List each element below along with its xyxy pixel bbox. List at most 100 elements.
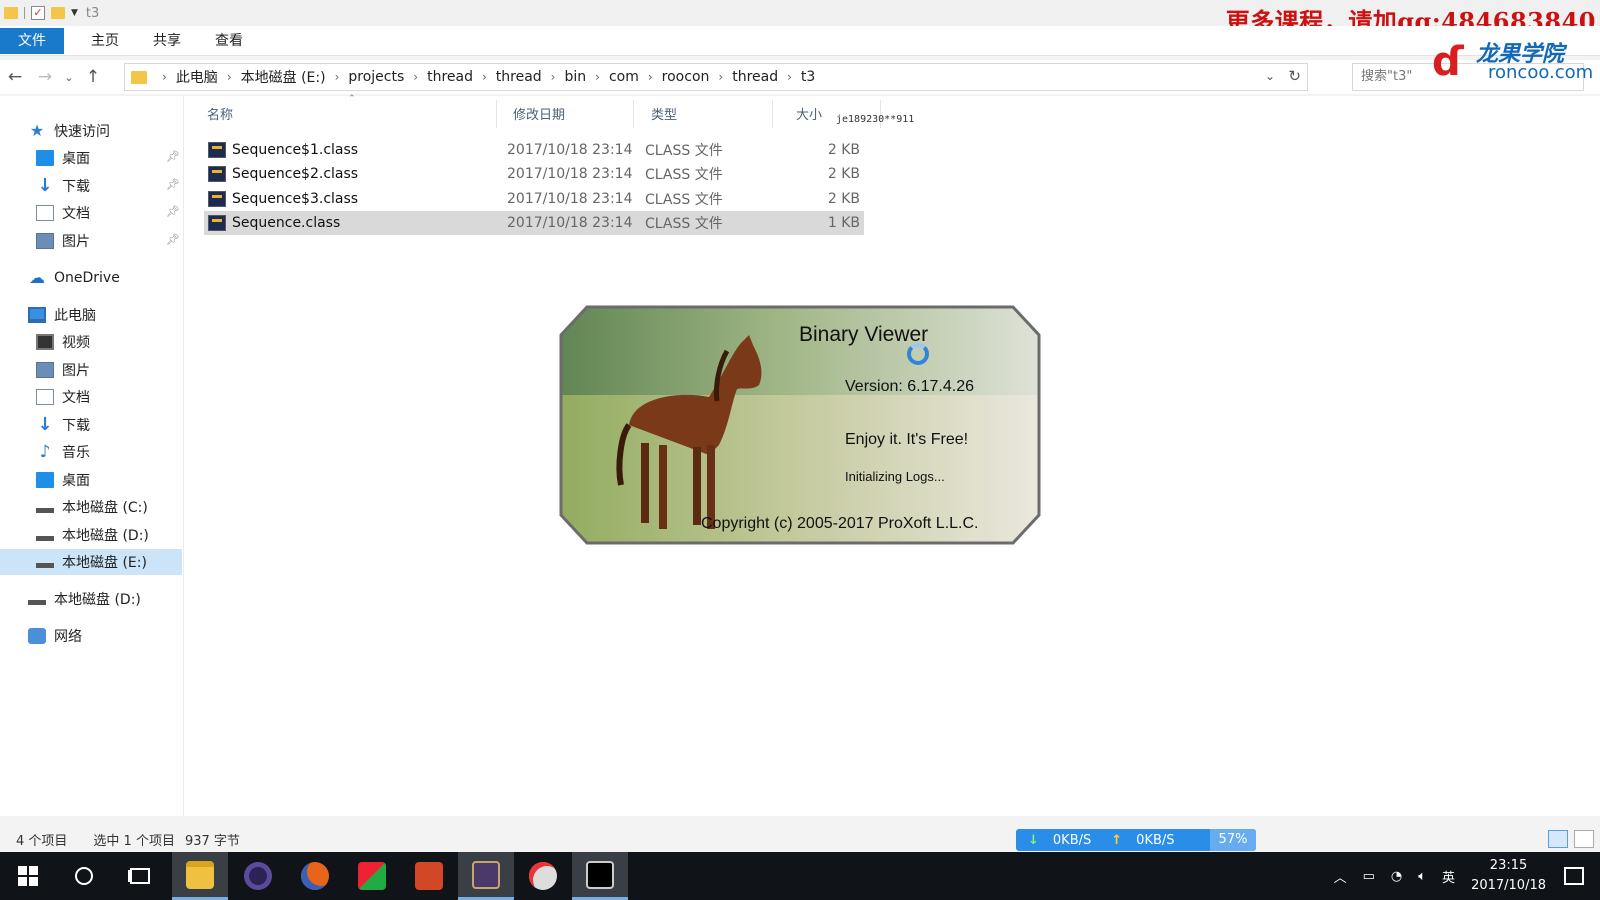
pin-icon[interactable]: 📌︎ [166,205,180,218]
nav-pc-downloads[interactable]: ↓ 下载 [36,412,90,438]
ime-indicator[interactable]: 英 [1442,867,1455,886]
nav-label: 音乐 [62,445,90,461]
chevron-right-icon[interactable]: › [227,70,232,84]
file-date: 2017/10/18 23:14 [507,142,633,158]
properties-icon[interactable]: ✓ [31,6,45,20]
breadcrumb-thread-2[interactable]: thread [496,69,542,85]
column-divider[interactable] [633,100,634,128]
nav-pc-videos[interactable]: 视频 [36,329,90,355]
address-bar[interactable]: › 此电脑 › 本地磁盘 (E:) › projects › thread › … [124,63,1308,91]
chevron-right-icon[interactable]: › [162,70,167,84]
battery-icon[interactable]: ▭ [1363,869,1375,884]
back-button[interactable]: ← [0,67,30,87]
recent-locations-icon[interactable]: ⌄ [60,71,78,84]
breadcrumb-roocon[interactable]: roocon [662,69,710,85]
taskbar-terminal[interactable] [572,852,628,900]
up-button[interactable]: ↑ [78,67,108,87]
task-view-button[interactable] [112,852,168,900]
breadcrumb-drive-e[interactable]: 本地磁盘 (E:) [241,67,326,87]
table-row[interactable]: Sequence$3.class 2017/10/18 23:14 CLASS … [204,187,864,211]
tray-expand-icon[interactable]: ︿ [1334,867,1347,886]
chevron-right-icon[interactable]: › [718,70,723,84]
breadcrumb-t3[interactable]: t3 [801,69,815,85]
nav-quick-documents[interactable]: 文档 [36,200,90,226]
chevron-right-icon[interactable]: › [595,70,600,84]
window-title: t3 [85,5,100,21]
taskbar-app-colorful[interactable] [344,852,400,900]
taskbar-file-explorer[interactable] [172,852,228,900]
table-row[interactable]: Sequence$2.class 2017/10/18 23:14 CLASS … [204,162,864,186]
nav-onedrive[interactable]: ☁ OneDrive [28,265,120,291]
nav-extra-drive-d[interactable]: 本地磁盘 (D:) [28,586,141,612]
pin-icon[interactable]: 📌︎ [166,233,180,246]
nav-pc-desktop[interactable]: 桌面 [36,467,90,493]
chevron-down-icon[interactable]: ⌄ [1265,69,1275,83]
chevron-right-icon[interactable]: › [648,70,653,84]
nav-drive-e[interactable]: 本地磁盘 (E:) [0,549,182,575]
tab-home[interactable]: 主页 [74,28,136,54]
taskbar-paint[interactable] [515,852,571,900]
column-header-size[interactable]: 大小 [796,104,822,124]
pin-icon[interactable]: 📌︎ [166,150,180,163]
breadcrumb-thread[interactable]: thread [427,69,473,85]
chevron-right-icon[interactable]: › [482,70,487,84]
document-icon [36,205,54,221]
column-header-name[interactable]: 名称 [207,104,233,124]
table-row[interactable]: Sequence$1.class 2017/10/18 23:14 CLASS … [204,138,864,162]
refresh-icon[interactable]: ↻ [1288,67,1301,85]
new-folder-icon[interactable] [51,7,65,19]
taskbar-binary-viewer[interactable] [458,852,514,900]
file-size: 2 KB [827,191,860,207]
column-header-type[interactable]: 类型 [651,104,677,124]
tab-view[interactable]: 查看 [198,28,260,54]
network-monitor[interactable]: ↓ 0KB/S ↑ 0KB/S 57% [1016,829,1256,851]
wifi-icon[interactable]: ◔ [1391,869,1402,884]
nav-pc-documents[interactable]: 文档 [36,384,90,410]
chevron-right-icon[interactable]: › [551,70,556,84]
table-row-selected[interactable]: Sequence.class 2017/10/18 23:14 CLASS 文件… [204,211,864,235]
nav-drive-c[interactable]: 本地磁盘 (C:) [36,494,148,520]
nav-network[interactable]: 网络 [28,623,82,649]
nav-this-pc[interactable]: 此电脑 [28,302,96,328]
cortana-button[interactable] [56,852,112,900]
start-button[interactable] [0,852,56,900]
breadcrumb-this-pc[interactable]: 此电脑 [176,67,218,87]
customize-toolbar-icon[interactable]: ▼ [71,8,78,18]
details-view-button[interactable] [1548,830,1568,848]
chevron-right-icon[interactable]: › [413,70,418,84]
nav-quick-pictures[interactable]: 图片 [36,228,90,254]
nav-pc-pictures[interactable]: 图片 [36,357,90,383]
tab-file[interactable]: 文件 [0,27,64,54]
clock[interactable]: 23:15 2017/10/18 [1471,856,1546,896]
splash-title: Binary Viewer [799,323,929,346]
action-center-icon[interactable] [1564,867,1584,885]
column-divider[interactable] [496,100,497,128]
nav-quick-access[interactable]: ★ 快速访问 [28,118,110,144]
folder-icon [4,7,18,19]
breadcrumb-bin[interactable]: bin [564,69,586,85]
forward-button[interactable]: → [30,67,60,87]
taskbar-eclipse[interactable] [230,852,286,900]
ribbon-tabs: 文件 主页 共享 查看 [0,26,1600,56]
large-icons-view-button[interactable] [1574,830,1594,848]
breadcrumb-projects[interactable]: projects [348,69,404,85]
column-divider[interactable] [772,100,773,128]
breadcrumb-com[interactable]: com [609,69,639,85]
tab-share[interactable]: 共享 [136,28,198,54]
taskbar-powerpoint[interactable] [401,852,457,900]
nav-pc-music[interactable]: ♪ 音乐 [36,439,90,465]
taskbar-firefox[interactable] [287,852,343,900]
breadcrumb-thread-3[interactable]: thread [732,69,778,85]
nav-drive-d[interactable]: 本地磁盘 (D:) [36,522,149,548]
nav-quick-downloads[interactable]: ↓ 下载 [36,173,90,199]
chevron-right-icon[interactable]: › [335,70,340,84]
chevron-right-icon[interactable]: › [787,70,792,84]
volume-icon[interactable]: 🔈︎ [1418,869,1426,884]
eclipse-icon [244,862,272,890]
item-count: 4 个项目 [16,833,68,849]
file-explorer-icon [186,860,214,889]
column-header-date[interactable]: 修改日期 [513,104,565,124]
upload-arrow-icon: ↑ [1111,832,1123,848]
pin-icon[interactable]: 📌︎ [166,178,180,191]
nav-quick-desktop[interactable]: 桌面 [36,145,90,171]
